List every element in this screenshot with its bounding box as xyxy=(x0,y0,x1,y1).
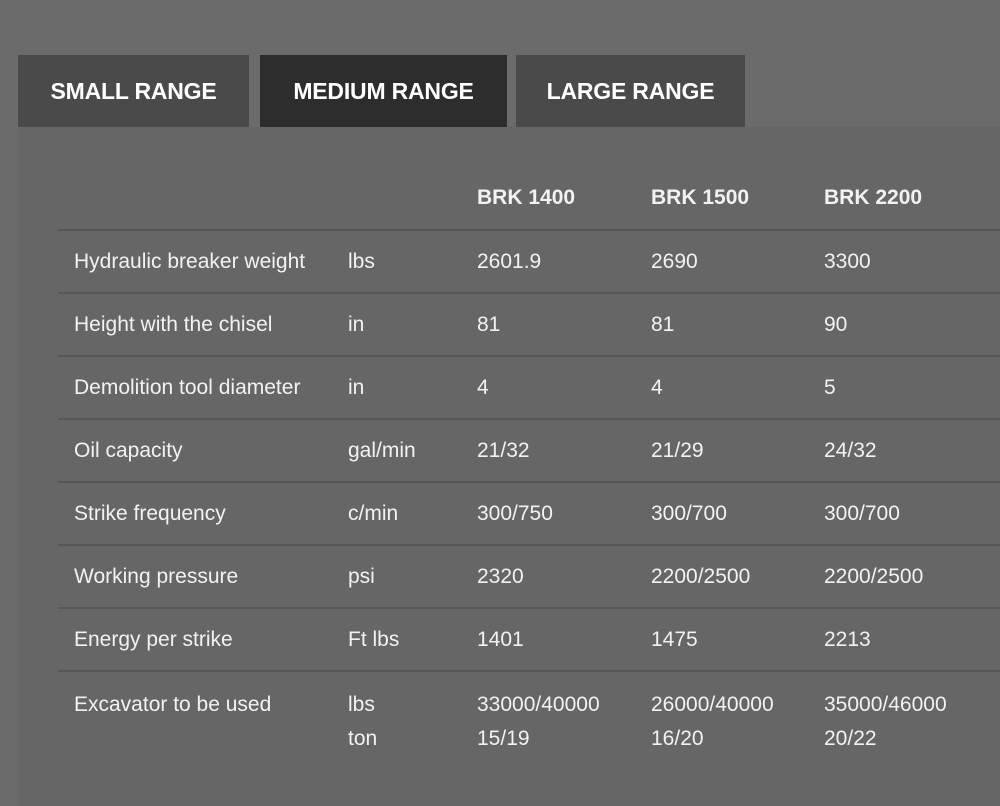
row-value: 300/700 xyxy=(824,482,1000,546)
row-value: 81 xyxy=(651,293,824,357)
row-value: 300/750 xyxy=(477,482,651,546)
header-model-3: BRK 2200 xyxy=(824,167,1000,231)
row-value: 21/29 xyxy=(651,419,824,483)
row-unit: in xyxy=(348,356,477,420)
row-value: 5 xyxy=(824,356,1000,420)
row-param: Strike frequency xyxy=(58,482,348,546)
table-row: Excavator to be used lbs ton 33000/40000… xyxy=(58,671,1000,758)
row-param: Excavator to be used xyxy=(74,693,272,716)
row-value: 35000/46000 20/22 xyxy=(824,671,1000,758)
unit-line: ton xyxy=(348,727,378,750)
row-value: 1475 xyxy=(651,608,824,672)
value-line: 35000/46000 xyxy=(824,693,947,716)
row-value: 1401 xyxy=(477,608,651,672)
value-line: 33000/40000 xyxy=(477,693,600,716)
row-value: 81 xyxy=(477,293,651,357)
row-unit: lbs ton xyxy=(348,671,477,758)
row-unit: psi xyxy=(348,545,477,609)
header-param xyxy=(58,167,348,231)
table-row: Strike frequency c/min 300/750 300/700 3… xyxy=(58,482,1000,546)
value-line: 15/19 xyxy=(477,727,530,750)
row-value: 26000/40000 16/20 xyxy=(651,671,824,758)
table-header-row: BRK 1400 BRK 1500 BRK 2200 xyxy=(58,167,1000,231)
row-value: 90 xyxy=(824,293,1000,357)
value-line: 20/22 xyxy=(824,727,877,750)
row-param: Energy per strike xyxy=(58,608,348,672)
row-value: 4 xyxy=(477,356,651,420)
unit-line: lbs xyxy=(348,693,375,716)
row-unit: gal/min xyxy=(348,419,477,483)
value-line: 26000/40000 xyxy=(651,693,774,716)
row-param: Oil capacity xyxy=(58,419,348,483)
header-model-2: BRK 1500 xyxy=(651,167,824,231)
row-value: 300/700 xyxy=(651,482,824,546)
table-row: Oil capacity gal/min 21/32 21/29 24/32 xyxy=(58,419,1000,483)
row-unit: Ft lbs xyxy=(348,608,477,672)
range-tabs: SMALL RANGE MEDIUM RANGE LARGE RANGE xyxy=(18,55,745,127)
specs-panel: BRK 1400 BRK 1500 BRK 2200 Hydraulic bre… xyxy=(18,127,1000,806)
row-value: 3300 xyxy=(824,230,1000,294)
table-row: Energy per strike Ft lbs 1401 1475 2213 xyxy=(58,608,1000,672)
tab-large-range[interactable]: LARGE RANGE xyxy=(516,55,745,127)
row-param: Demolition tool diameter xyxy=(58,356,348,420)
row-value: 2200/2500 xyxy=(651,545,824,609)
row-value: 4 xyxy=(651,356,824,420)
table-row: Working pressure psi 2320 2200/2500 2200… xyxy=(58,545,1000,609)
specs-table: BRK 1400 BRK 1500 BRK 2200 Hydraulic bre… xyxy=(58,167,1000,758)
row-value: 33000/40000 15/19 xyxy=(477,671,651,758)
table-row: Height with the chisel in 81 81 90 xyxy=(58,293,1000,357)
value-line: 16/20 xyxy=(651,727,704,750)
row-value: 2200/2500 xyxy=(824,545,1000,609)
row-unit: in xyxy=(348,293,477,357)
row-value: 2320 xyxy=(477,545,651,609)
row-param: Working pressure xyxy=(58,545,348,609)
row-unit: lbs xyxy=(348,230,477,294)
table-row: Demolition tool diameter in 4 4 5 xyxy=(58,356,1000,420)
row-value: 2601.9 xyxy=(477,230,651,294)
table-row: Hydraulic breaker weight lbs 2601.9 2690… xyxy=(58,230,1000,294)
row-value: 21/32 xyxy=(477,419,651,483)
row-value: 2690 xyxy=(651,230,824,294)
row-value: 24/32 xyxy=(824,419,1000,483)
tab-small-range[interactable]: SMALL RANGE xyxy=(18,55,249,127)
header-unit xyxy=(348,167,477,231)
row-unit: c/min xyxy=(348,482,477,546)
row-value: 2213 xyxy=(824,608,1000,672)
header-model-1: BRK 1400 xyxy=(477,167,651,231)
row-param: Hydraulic breaker weight xyxy=(58,230,348,294)
row-param: Height with the chisel xyxy=(58,293,348,357)
tab-medium-range[interactable]: MEDIUM RANGE xyxy=(260,55,507,127)
